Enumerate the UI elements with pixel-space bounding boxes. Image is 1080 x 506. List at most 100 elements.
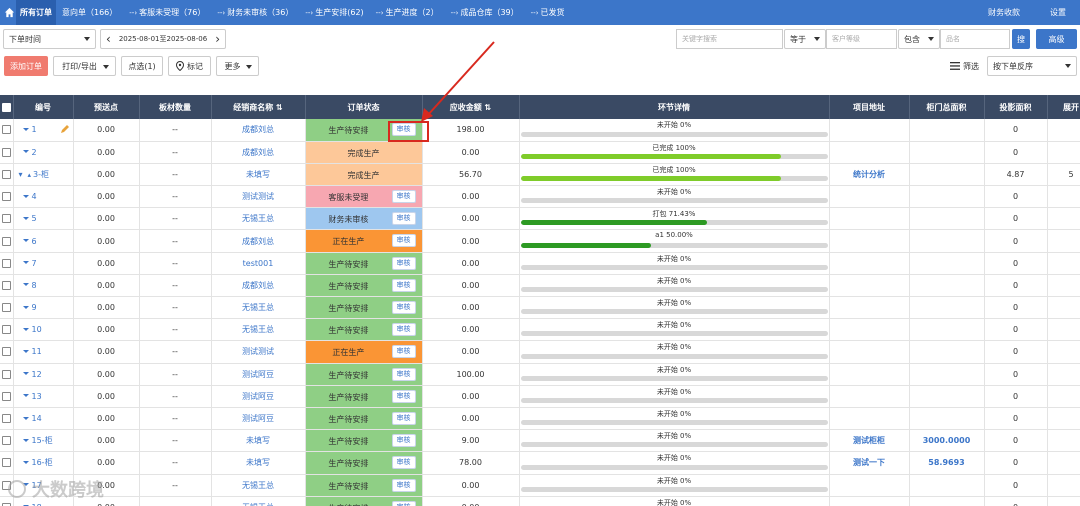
row-checkbox[interactable] [0,185,14,209]
table-row[interactable]: 11 0.00 -- 测试测试 正在生产 审核 0.00 未开始 0% 0 [0,340,1080,364]
row-checkbox[interactable] [0,385,14,408]
audit-button[interactable]: 审核 [391,345,416,359]
add-order-button[interactable]: 添加订单 [4,56,48,76]
order-id-cell[interactable]: 10 [13,318,74,342]
table-row[interactable]: 8 0.00 -- 成都刘总 生产待安排 审核 0.00 未开始 0% 0 [0,274,1080,298]
address-cell[interactable] [829,363,910,386]
row-checkbox[interactable] [0,141,14,164]
order-id-cell[interactable]: 4 [13,185,74,209]
table-row[interactable]: 7 0.00 -- test001 生产待安排 审核 0.00 未开始 0% 0 [0,252,1080,275]
order-id-cell[interactable]: 11 [13,340,74,364]
product-name-input[interactable]: 品名 [940,29,1010,49]
nav-tab-4[interactable]: --› 生产安排(62) [299,0,369,25]
address-cell[interactable] [829,141,910,164]
audit-button[interactable]: 审核 [391,234,416,248]
row-checkbox[interactable] [0,296,14,320]
dealer-cell[interactable]: 无锡王总 [211,496,306,506]
audit-button[interactable]: 审核 [391,301,416,314]
order-id-cell[interactable]: 6 [13,229,74,253]
nav-tab-6[interactable]: --› 成品仓库（39） [445,0,525,25]
dealer-cell[interactable]: 未填写 [211,451,306,475]
audit-button[interactable]: 审核 [391,411,416,425]
address-cell[interactable] [829,318,910,342]
dealer-cell[interactable]: 测试测试 [211,340,306,364]
address-cell[interactable] [829,185,910,209]
order-id-cell[interactable]: 5 [13,207,74,231]
order-id-cell[interactable]: 2 [13,141,74,164]
row-checkbox[interactable] [0,274,14,298]
chevron-down-icon[interactable] [22,327,29,331]
chevron-down-icon[interactable] [22,150,29,154]
address-cell[interactable] [829,252,910,275]
address-cell[interactable] [829,296,910,320]
dealer-cell[interactable]: 成都刘总 [211,229,306,253]
chevron-down-icon[interactable] [22,305,29,309]
time-field-select[interactable]: 下单时间 [3,29,96,49]
order-id-link[interactable]: 1 [32,125,37,134]
audit-button[interactable]: 审核 [391,367,416,381]
audit-button[interactable]: 审核 [391,278,416,292]
audit-button[interactable]: 审核 [391,123,416,136]
address-cell[interactable] [829,474,910,497]
address-cell[interactable] [829,407,910,431]
row-checkbox[interactable] [0,340,14,364]
order-id-link[interactable]: 7 [32,259,37,268]
next-date-button[interactable]: › [215,32,220,46]
table-row[interactable]: 12 0.00 -- 测试阿豆 生产待安排 审核 100.00 未开始 0% 0 [0,363,1080,386]
row-checkbox[interactable] [0,363,14,386]
table-row[interactable]: ▾ ▴ 3-柜 0.00 -- 未填写 完成生产 56.70 已完成 100% 统计分析 4.87 5 [0,163,1080,187]
row-checkbox[interactable] [0,429,14,453]
order-id-link[interactable]: 9 [32,303,37,312]
order-id-cell[interactable]: 13 [13,385,74,408]
home-icon[interactable] [2,0,16,25]
address-cell[interactable]: 测试一下 [829,451,910,475]
chevron-down-icon[interactable] [22,261,29,265]
dealer-cell[interactable]: 测试测试 [211,185,306,209]
table-row[interactable]: 13 0.00 -- 测试阿豆 生产待安排 审核 0.00 未开始 0% 0 [0,385,1080,408]
chevron-down-icon[interactable] [22,460,29,464]
dealer-cell[interactable]: 测试阿豆 [211,407,306,431]
match-select[interactable]: 包含 [898,29,940,49]
chevron-down-icon[interactable] [22,127,29,131]
address-cell[interactable] [829,496,910,506]
audit-button[interactable]: 审核 [391,434,416,448]
operator-select[interactable]: 等于 [784,29,826,49]
order-id-link[interactable]: 2 [32,148,37,157]
dealer-cell[interactable]: 未填写 [211,163,306,187]
audit-button[interactable]: 审核 [391,212,416,226]
dealer-cell[interactable]: 测试阿豆 [211,363,306,386]
chevron-down-icon[interactable] [22,394,29,398]
address-cell[interactable] [829,229,910,253]
dealer-cell[interactable]: 无锡王总 [211,318,306,342]
table-row[interactable]: 14 0.00 -- 测试阿豆 生产待安排 审核 0.00 未开始 0% 0 [0,407,1080,431]
dealer-cell[interactable]: 无锡王总 [211,207,306,231]
table-row[interactable]: 180.00--无锡王总生产待安排审核0.00未开始 0%0 [0,496,1080,506]
dealer-cell[interactable]: test001 [211,252,306,275]
dealer-cell[interactable]: 测试阿豆 [211,385,306,408]
advanced-search-button[interactable]: 高级 [1036,29,1077,49]
row-checkbox[interactable] [0,119,14,142]
order-id-cell[interactable]: ▾ ▴ 3-柜 [13,163,74,187]
select-all-checkbox[interactable] [0,95,14,119]
order-id-link[interactable]: 14 [32,414,42,423]
more-menu-button[interactable]: 更多 [216,56,259,76]
chevron-down-icon[interactable] [22,372,29,376]
settings-link[interactable]: 设置 [1050,7,1066,18]
dealer-cell[interactable]: 未填写 [211,429,306,453]
order-id-cell[interactable]: 7 [13,252,74,275]
filter-button[interactable]: 筛选 [948,56,981,76]
order-id-link[interactable]: 15-柜 [32,436,53,445]
row-checkbox[interactable] [0,163,14,187]
order-id-cell[interactable]: 8 [13,274,74,298]
sort-icon[interactable]: ⇅ [276,103,283,112]
table-row[interactable]: 9 0.00 -- 无锡王总 生产待安排 审核 0.00 未开始 0% 0 [0,296,1080,320]
order-id-link[interactable]: 13 [32,392,42,401]
nav-tab-3[interactable]: --› 财务未审核（36） [211,0,299,25]
table-row[interactable]: 17 0.00 -- 无锡王总 生产待安排 审核 0.00 未开始 0% 0 [0,474,1080,497]
finance-receipt-link[interactable]: 财务收款 [988,7,1020,18]
order-id-link[interactable]: 16-柜 [32,458,53,467]
address-cell[interactable] [829,340,910,364]
address-cell[interactable] [829,385,910,408]
audit-button[interactable]: 审核 [391,478,416,492]
customer-level-input[interactable]: 客户等级 [826,29,897,49]
